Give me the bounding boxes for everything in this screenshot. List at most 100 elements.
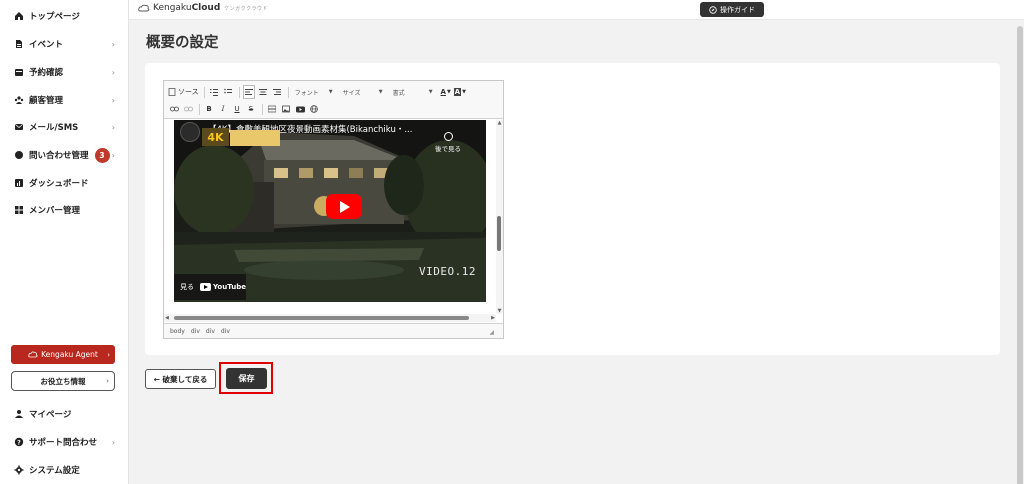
caret-down-icon: ▼ bbox=[378, 89, 383, 95]
caret-down-icon: ▼ bbox=[428, 89, 433, 95]
path-item[interactable]: div bbox=[206, 328, 215, 335]
format-dropdown[interactable]: 書式 ▼ bbox=[390, 86, 436, 98]
page-title: 概要の設定 bbox=[146, 35, 219, 51]
chevron-right-icon: › bbox=[111, 39, 115, 49]
rich-text-editor[interactable]: ソース フォント ▼ サイズ ▼ 書式 ▼ A ▼ A ▼ B I U S 【4… bbox=[163, 80, 504, 339]
scroll-left-arrow-icon[interactable]: ◀ bbox=[165, 314, 169, 322]
toolbar-row-1: ソース フォント ▼ サイズ ▼ 書式 ▼ A ▼ A ▼ bbox=[168, 84, 468, 100]
editor-content[interactable]: 【4K】倉敷美観地区夜景動画素材集(Bikanchiku・... 4K 後で見る… bbox=[164, 120, 503, 323]
image-icon bbox=[282, 105, 290, 113]
strikethrough-button[interactable]: S bbox=[245, 102, 257, 116]
path-item[interactable]: div bbox=[191, 328, 200, 335]
align-left-icon bbox=[244, 89, 253, 95]
youtube-icon bbox=[295, 106, 305, 112]
path-item[interactable]: div bbox=[221, 328, 230, 335]
align-left-button[interactable] bbox=[242, 85, 255, 99]
horizontal-rule-button[interactable] bbox=[266, 102, 278, 116]
link-button[interactable] bbox=[168, 102, 180, 116]
size-dropdown[interactable]: サイズ ▼ bbox=[340, 86, 386, 98]
sidebar-item-mail[interactable]: メール/SMS › bbox=[0, 113, 129, 141]
info-button-label: お役立ち情報 bbox=[40, 376, 86, 386]
mail-icon bbox=[14, 122, 24, 132]
useful-info-button[interactable]: お役立ち情報 › bbox=[11, 371, 115, 391]
sidebar-item-label: マイページ bbox=[29, 410, 72, 420]
numbered-list-button[interactable] bbox=[208, 85, 220, 99]
chevron-right-icon: › bbox=[107, 350, 110, 359]
document-icon bbox=[14, 39, 24, 49]
toolbar-separator bbox=[262, 103, 263, 115]
underline-button[interactable]: U bbox=[231, 102, 243, 116]
resize-handle-icon[interactable]: ◢ bbox=[489, 329, 494, 336]
link-icon bbox=[169, 106, 179, 112]
toolbar-separator bbox=[238, 86, 240, 98]
align-center-button[interactable] bbox=[257, 85, 269, 99]
video-thumbnail-tag bbox=[230, 130, 280, 146]
align-right-button[interactable] bbox=[271, 85, 283, 99]
chart-icon bbox=[14, 178, 24, 188]
gear-icon bbox=[14, 465, 24, 475]
font-dropdown[interactable]: フォント ▼ bbox=[292, 86, 336, 98]
sidebar: トップページ イベント › 予約確認 › 顧客管理 › メール/SMS › 問い… bbox=[0, 0, 129, 484]
unlink-icon bbox=[183, 106, 193, 112]
background-color-icon: A bbox=[453, 88, 462, 96]
sidebar-item-settings[interactable]: システム設定 bbox=[0, 456, 129, 484]
editor-horizontal-scrollbar[interactable]: ◀ ▶ bbox=[164, 314, 496, 322]
editor-horizontal-scroll-thumb[interactable] bbox=[174, 316, 469, 320]
youtube-embed[interactable]: 【4K】倉敷美観地区夜景動画素材集(Bikanchiku・... 4K 後で見る… bbox=[174, 120, 486, 302]
home-icon bbox=[14, 11, 24, 21]
chevron-right-icon: › bbox=[111, 437, 115, 447]
sidebar-item-mypage[interactable]: マイページ bbox=[0, 400, 129, 428]
italic-button[interactable]: I bbox=[217, 102, 229, 116]
sidebar-item-members[interactable]: メンバー管理 bbox=[0, 196, 129, 224]
sidebar-item-inquiries[interactable]: 問い合わせ管理 3 › bbox=[0, 141, 129, 169]
watch-later-button[interactable]: 後で見る bbox=[435, 132, 461, 153]
background-color-button[interactable]: A ▼ bbox=[453, 85, 466, 99]
kengaku-agent-button[interactable]: Kengaku Agent › bbox=[11, 345, 115, 364]
editor-toolbar: ソース フォント ▼ サイズ ▼ 書式 ▼ A ▼ A ▼ B I U S bbox=[164, 81, 503, 119]
source-button[interactable]: ソース bbox=[168, 85, 199, 99]
sidebar-item-label: 予約確認 bbox=[29, 68, 64, 78]
image-button[interactable] bbox=[280, 102, 292, 116]
save-button[interactable]: 保存 bbox=[226, 368, 267, 389]
watch-later-label: 後で見る bbox=[435, 145, 461, 153]
users-icon bbox=[14, 95, 24, 105]
editor-vertical-scrollbar[interactable]: ▲ ▼ bbox=[496, 120, 503, 314]
chat-icon bbox=[14, 150, 24, 160]
text-color-button[interactable]: A ▼ bbox=[440, 85, 452, 99]
operation-guide-button[interactable]: 操作ガイド bbox=[700, 2, 764, 17]
toolbar-separator bbox=[199, 103, 200, 115]
scroll-right-arrow-icon[interactable]: ▶ bbox=[491, 314, 495, 322]
sidebar-item-event[interactable]: イベント › bbox=[0, 30, 129, 58]
discard-and-back-button[interactable]: ← 破棄して戻る bbox=[145, 369, 216, 389]
caret-down-icon: ▼ bbox=[462, 89, 466, 95]
editor-vertical-scroll-thumb[interactable] bbox=[497, 216, 501, 251]
toolbar-separator bbox=[203, 86, 205, 98]
app-logo[interactable]: Kengaku Cloud ケンガククラウド bbox=[138, 3, 268, 13]
globe-button[interactable] bbox=[308, 102, 320, 116]
scroll-up-arrow-icon[interactable]: ▲ bbox=[496, 120, 503, 126]
sidebar-item-customers[interactable]: 顧客管理 › bbox=[0, 86, 129, 114]
sidebar-item-label: メンバー管理 bbox=[29, 206, 81, 216]
user-icon bbox=[14, 409, 24, 419]
page-scrollbar[interactable] bbox=[1016, 20, 1024, 484]
size-dropdown-label: サイズ bbox=[342, 89, 361, 97]
bulleted-list-button[interactable] bbox=[222, 85, 234, 99]
toolbar-separator bbox=[287, 86, 289, 98]
path-item[interactable]: body bbox=[170, 328, 185, 335]
logo-tagline: ケンガククラウド bbox=[224, 5, 268, 12]
play-button[interactable] bbox=[326, 194, 362, 219]
youtube-embed-button[interactable] bbox=[294, 102, 306, 116]
unlink-button[interactable] bbox=[182, 102, 194, 116]
sidebar-item-top[interactable]: トップページ bbox=[0, 2, 129, 30]
channel-avatar[interactable] bbox=[180, 122, 200, 142]
sidebar-item-label: トップページ bbox=[29, 12, 80, 22]
watch-on-youtube-button[interactable]: 見る YouTube bbox=[174, 274, 246, 300]
sidebar-item-reservation[interactable]: 予約確認 › bbox=[0, 58, 129, 86]
youtube-wordmark: YouTube bbox=[213, 283, 246, 291]
bold-button[interactable]: B bbox=[203, 102, 215, 116]
scroll-down-arrow-icon[interactable]: ▼ bbox=[496, 308, 503, 314]
sidebar-item-dashboard[interactable]: ダッシュボード bbox=[0, 169, 129, 197]
numbered-list-icon bbox=[209, 89, 218, 96]
sidebar-item-support[interactable]: ? サポート問合わせ › bbox=[0, 428, 129, 456]
page-scrollbar-thumb[interactable] bbox=[1017, 26, 1023, 484]
